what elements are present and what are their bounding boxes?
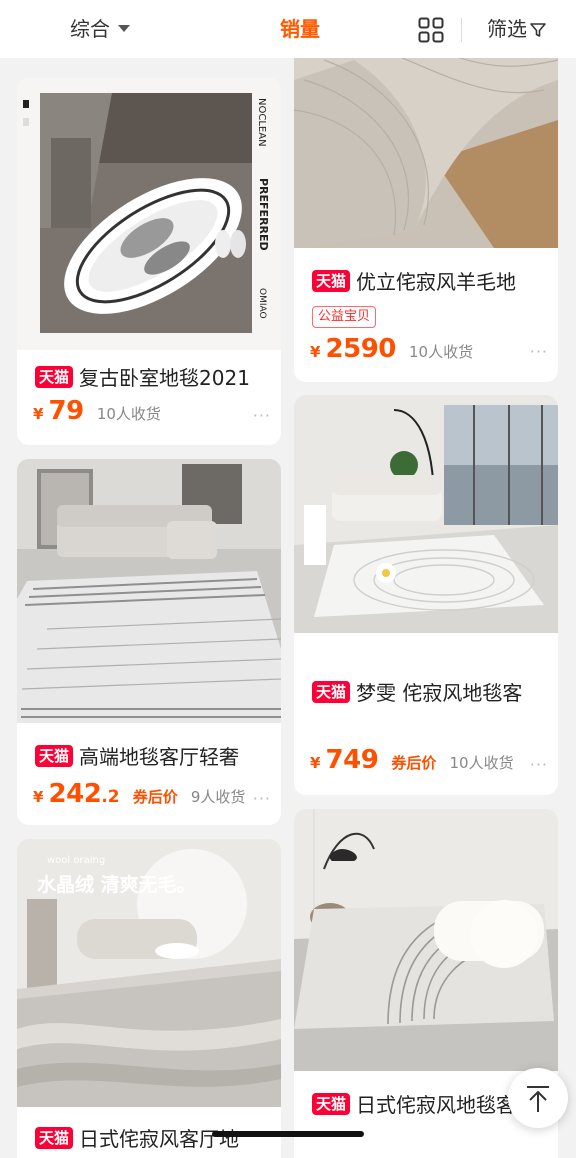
currency-symbol: ¥ <box>33 405 44 423</box>
product-price: 749 <box>325 745 379 775</box>
sold-count: 10人收货 <box>409 343 474 361</box>
product-price: 242 <box>48 779 102 809</box>
product-title: 梦雯 侘寂风地毯客 <box>356 681 523 705</box>
currency-symbol: ¥ <box>310 754 321 772</box>
product-title-row[interactable]: 天猫 复古卧室地毯2021 <box>35 362 271 394</box>
grid-view-icon[interactable] <box>418 17 444 43</box>
price-row: ¥ 2590 10人收货 <box>310 334 548 368</box>
caret-down-icon <box>118 25 130 32</box>
arrow-up-icon <box>527 1086 549 1112</box>
filter-button[interactable]: 筛选 <box>487 15 547 43</box>
price-row: ¥ 242.2 券后价 9人收货 <box>33 779 271 813</box>
price-row: ¥ 749 券后价 10人收货 <box>310 745 548 779</box>
funnel-icon <box>530 23 546 37</box>
product-card[interactable]: NOCLEAN PREFERRED OMIAO 天猫 复古卧室地毯2021 ¥ 7… <box>17 78 281 445</box>
sold-count: 10人收货 <box>449 754 514 772</box>
tmall-tag: 天猫 <box>35 745 74 767</box>
product-title-row[interactable]: 天猫 优立侘寂风羊毛地 <box>312 266 548 298</box>
tmall-tag: 天猫 <box>35 366 74 388</box>
product-image[interactable]: NOCLEAN PREFERRED OMIAO <box>17 78 281 350</box>
product-title: 优立侘寂风羊毛地 <box>356 270 517 294</box>
product-price: 79 <box>48 396 85 426</box>
sort-sales-label: 销量 <box>280 17 320 41</box>
product-title-row[interactable]: 天猫 日式侘寂风客厅地 <box>35 1123 271 1155</box>
currency-symbol: ¥ <box>310 343 321 361</box>
sold-count: 9人收货 <box>190 788 246 806</box>
sort-composite-label: 综合 <box>70 17 110 41</box>
product-price-decimal: .2 <box>101 787 120 807</box>
ellipsis-icon[interactable]: ··· <box>530 755 548 774</box>
tmall-tag: 天猫 <box>312 270 351 292</box>
product-card[interactable]: 天猫 梦雯 侘寂风地毯客 ¥ 749 券后价 10人收货 ··· <box>294 395 558 795</box>
product-image[interactable]: wool oraing 水晶绒 清爽无毛。 <box>17 839 281 1107</box>
coupon-price-label: 券后价 <box>132 788 178 806</box>
coupon-price-label: 券后价 <box>391 754 437 772</box>
tmall-tag: 天猫 <box>312 1093 351 1115</box>
product-title: 高端地毯客厅轻奢 <box>79 745 240 769</box>
product-image[interactable] <box>17 459 281 723</box>
image-headline-text: 水晶绒 清爽无毛。 <box>37 873 196 896</box>
image-side-text: PREFERRED <box>257 178 270 251</box>
product-title: 复古卧室地毯2021 <box>79 366 250 390</box>
product-image[interactable] <box>294 395 558 633</box>
filter-label: 筛选 <box>487 17 527 41</box>
ellipsis-icon[interactable]: ··· <box>253 789 271 808</box>
product-card[interactable]: wool oraing 水晶绒 清爽无毛。 天猫 日式侘寂风客厅地 <box>17 839 281 1158</box>
price-row: ¥ 79 10人收货 <box>33 396 271 430</box>
image-brand-text: NOCLEAN <box>256 98 267 147</box>
tmall-tag: 天猫 <box>35 1127 74 1149</box>
ellipsis-icon[interactable]: ··· <box>530 342 548 361</box>
sort-sales-tab[interactable]: 销量 <box>280 15 320 43</box>
product-image[interactable] <box>294 809 558 1071</box>
sort-composite-tab[interactable]: 综合 <box>70 15 130 43</box>
charity-badge: 公益宝贝 <box>312 306 377 328</box>
product-title-row[interactable]: 天猫 高端地毯客厅轻奢 <box>35 741 271 773</box>
product-title-row[interactable]: 天猫 梦雯 侘寂风地毯客 <box>312 677 548 709</box>
product-image[interactable] <box>294 40 558 248</box>
sort-filter-bar: 综合 销量 筛选 <box>0 0 576 58</box>
ellipsis-icon[interactable]: ··· <box>253 406 271 425</box>
image-bottom-text: OMIAO <box>257 288 267 319</box>
product-title: 日式侘寂风地毯客 <box>356 1093 517 1117</box>
product-card[interactable]: 天猫 高端地毯客厅轻奢 ¥ 242.2 券后价 9人收货 ··· <box>17 459 281 825</box>
home-indicator <box>212 1131 364 1137</box>
sold-count: 10人收货 <box>96 405 161 423</box>
product-card[interactable]: 天猫 优立侘寂风羊毛地 公益宝贝 ¥ 2590 10人收货 ··· <box>294 40 558 382</box>
toolbar-divider <box>461 18 462 42</box>
currency-symbol: ¥ <box>33 788 44 806</box>
tmall-tag: 天猫 <box>312 681 351 703</box>
back-to-top-button[interactable] <box>508 1068 568 1128</box>
product-price: 2590 <box>325 334 397 364</box>
image-caption-text: wool oraing <box>47 855 105 866</box>
